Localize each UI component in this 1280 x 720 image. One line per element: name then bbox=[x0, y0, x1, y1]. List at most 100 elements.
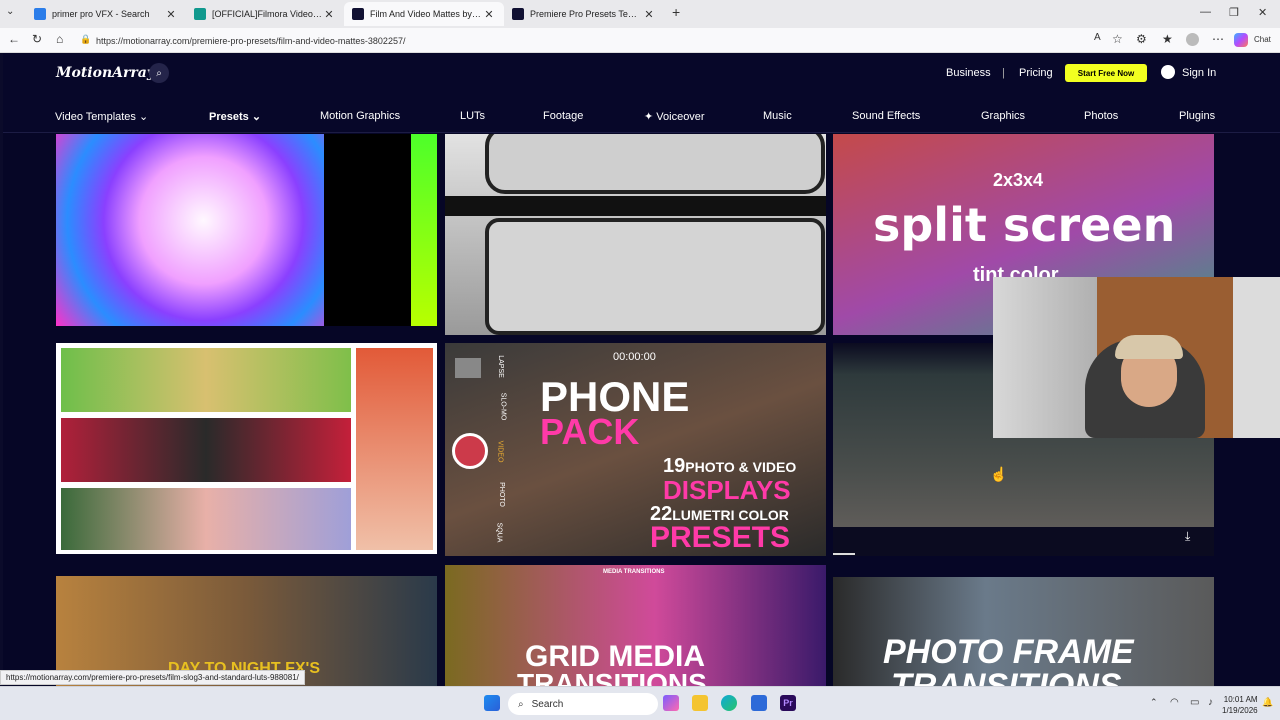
category-music[interactable]: Music bbox=[763, 110, 792, 122]
close-tab-icon[interactable]: ✕ bbox=[164, 8, 178, 21]
copilot-icon[interactable] bbox=[1234, 33, 1248, 47]
windows-start-icon[interactable] bbox=[484, 695, 500, 711]
monitor-icon[interactable]: ▭ bbox=[1190, 697, 1206, 713]
tab-list-chevron-icon[interactable]: ⌄ bbox=[6, 6, 14, 17]
file-explorer-icon[interactable] bbox=[692, 695, 708, 711]
refresh-icon[interactable]: ↻ bbox=[32, 32, 42, 46]
more-menu-icon[interactable]: ⋯ bbox=[1212, 32, 1224, 46]
windows-taskbar: ⌕ Search Pr ⌃ ◠ ▭ ♪ 10:01 AM 1/19/2026 🔔 bbox=[0, 686, 1280, 720]
chat-label[interactable]: Chat bbox=[1254, 35, 1271, 44]
category-graphics[interactable]: Graphics bbox=[981, 110, 1025, 122]
tab-title: primer pro VFX - Search bbox=[52, 9, 150, 19]
copilot-app-icon[interactable] bbox=[663, 695, 679, 711]
search-icon[interactable]: ⌕ bbox=[149, 63, 169, 83]
record-button-icon bbox=[452, 433, 488, 469]
mode-label: VIDEO bbox=[496, 440, 504, 463]
webcam-wall bbox=[1233, 277, 1280, 438]
mode-label: SQUA bbox=[495, 522, 503, 543]
filmora-favicon-icon bbox=[194, 8, 206, 20]
read-aloud-icon[interactable]: A bbox=[1094, 32, 1101, 43]
favorite-star-icon[interactable]: ☆ bbox=[1112, 32, 1123, 46]
tile-caption: MEDIA TRANSITIONS bbox=[603, 569, 665, 575]
site-header: MotionArray ⌕ Business | Pricing Start F… bbox=[3, 53, 1280, 133]
browser-tab-1[interactable]: primer pro VFX - Search ✕ bbox=[26, 2, 186, 26]
home-icon[interactable]: ⌂ bbox=[56, 32, 63, 46]
preview-image bbox=[61, 348, 351, 412]
browser-tab-4[interactable]: Premiere Pro Presets Templates - ✕ bbox=[504, 2, 664, 26]
edge-browser-icon[interactable] bbox=[721, 695, 737, 711]
notification-bell-icon[interactable]: 🔔 bbox=[1262, 697, 1278, 713]
premiere-pro-icon[interactable]: Pr bbox=[780, 695, 796, 711]
category-plugins[interactable]: Plugins bbox=[1179, 110, 1215, 122]
mode-label: SLO-MO bbox=[499, 392, 507, 421]
address-url: https://motionarray.com/premiere-pro-pre… bbox=[96, 35, 406, 46]
close-tab-icon[interactable]: ✕ bbox=[482, 8, 496, 21]
profile-avatar[interactable] bbox=[1186, 33, 1199, 46]
preview-footer bbox=[833, 527, 1214, 556]
tile-color-effect[interactable] bbox=[56, 134, 437, 326]
mode-label: LAPSE bbox=[496, 355, 504, 378]
pricing-link[interactable]: Pricing bbox=[1019, 67, 1053, 79]
tile-title: split screen bbox=[873, 198, 1176, 252]
playback-progress bbox=[833, 553, 855, 555]
chevron-down-icon: ⌄ bbox=[251, 111, 262, 123]
category-footage[interactable]: Footage bbox=[543, 110, 583, 122]
tile-caption: PRESETS bbox=[650, 521, 791, 554]
category-motion-graphics[interactable]: Motion Graphics bbox=[320, 110, 400, 122]
tile-photo-collage[interactable] bbox=[56, 343, 437, 554]
store-icon[interactable] bbox=[751, 695, 767, 711]
tile-phone-pack[interactable]: 00:00:00 LAPSE SLO-MO VIDEO PHOTO SQUA P… bbox=[445, 343, 826, 556]
preview-image bbox=[455, 358, 481, 378]
preview-image bbox=[411, 134, 437, 326]
site-logo[interactable]: MotionArray bbox=[56, 65, 155, 81]
address-bar[interactable]: 🔒 https://motionarray.com/premiere-pro-p… bbox=[80, 31, 1080, 50]
business-link[interactable]: Business bbox=[946, 67, 991, 79]
motionarray-favicon-icon bbox=[512, 8, 524, 20]
tile-film-mattes[interactable] bbox=[445, 134, 826, 335]
close-window-icon[interactable]: ✕ bbox=[1258, 6, 1267, 19]
preview-image bbox=[56, 134, 324, 326]
system-clock[interactable]: 10:01 AM 1/19/2026 bbox=[1222, 694, 1258, 716]
sign-in-link[interactable]: Sign In bbox=[1182, 67, 1216, 79]
phone-mode-strip: LAPSE SLO-MO VIDEO PHOTO SQUA bbox=[495, 343, 507, 556]
favorites-icon[interactable]: ★ bbox=[1162, 32, 1173, 46]
download-icon[interactable]: ⤓ bbox=[1185, 529, 1190, 544]
tile-caption: DISPLAYS bbox=[663, 475, 791, 505]
extensions-icon[interactable]: ⚙ bbox=[1136, 32, 1147, 46]
clock-date: 1/19/2026 bbox=[1222, 706, 1258, 715]
mode-label: PHOTO bbox=[497, 482, 505, 507]
close-tab-icon[interactable]: ✕ bbox=[322, 8, 336, 21]
tile-title: TRANSITIONS bbox=[891, 667, 1122, 686]
webcam-cap bbox=[1115, 335, 1183, 359]
webcam-wall bbox=[993, 277, 1097, 438]
start-free-now-button[interactable]: Start Free Now bbox=[1065, 64, 1147, 82]
category-video-templates[interactable]: Video Templates ⌄ bbox=[55, 110, 148, 123]
tile-title: TRANSITIONS bbox=[517, 668, 707, 686]
preview-image bbox=[61, 418, 351, 482]
preview-image bbox=[485, 218, 825, 335]
taskbar-search[interactable]: ⌕ Search bbox=[508, 693, 658, 715]
category-sound-effects[interactable]: Sound Effects bbox=[852, 110, 920, 122]
tray-chevron-icon[interactable]: ⌃ bbox=[1150, 697, 1166, 713]
back-icon[interactable]: ← bbox=[8, 32, 20, 46]
category-voiceover[interactable]: ✦ Voiceover bbox=[644, 110, 705, 123]
category-luts[interactable]: LUTs bbox=[460, 110, 485, 122]
minimize-icon[interactable]: — bbox=[1200, 6, 1211, 18]
sparkle-icon: ✦ bbox=[644, 111, 654, 123]
browser-tab-3-active[interactable]: Film And Video Mattes by Playgro ✕ bbox=[344, 2, 504, 26]
tile-caption: 2x3x4 bbox=[993, 170, 1044, 190]
chevron-down-icon: ⌄ bbox=[139, 111, 149, 123]
restore-icon[interactable]: ❐ bbox=[1229, 6, 1239, 19]
category-presets[interactable]: Presets ⌄ bbox=[209, 110, 261, 123]
wifi-icon[interactable]: ◠ bbox=[1170, 697, 1186, 713]
new-tab-button[interactable]: + bbox=[672, 4, 680, 20]
tile-photo-frame[interactable]: PHOTO FRAME TRANSITIONS bbox=[833, 577, 1214, 686]
lock-icon: 🔒 bbox=[80, 34, 92, 44]
category-photos[interactable]: Photos bbox=[1084, 110, 1118, 122]
browser-toolbar: ← ↻ ⌂ 🔒 https://motionarray.com/premiere… bbox=[0, 28, 1280, 53]
tile-grid-media[interactable]: MEDIA TRANSITIONS GRID MEDIA TRANSITIONS bbox=[445, 565, 826, 686]
browser-tab-2[interactable]: [OFFICIAL]Filmora Video Editor - P ✕ bbox=[186, 2, 344, 26]
tile-title: PACK bbox=[540, 411, 640, 452]
close-tab-icon[interactable]: ✕ bbox=[642, 8, 656, 21]
browser-tab-strip: ⌄ primer pro VFX - Search ✕ [OFFICIAL]Fi… bbox=[0, 0, 1280, 28]
